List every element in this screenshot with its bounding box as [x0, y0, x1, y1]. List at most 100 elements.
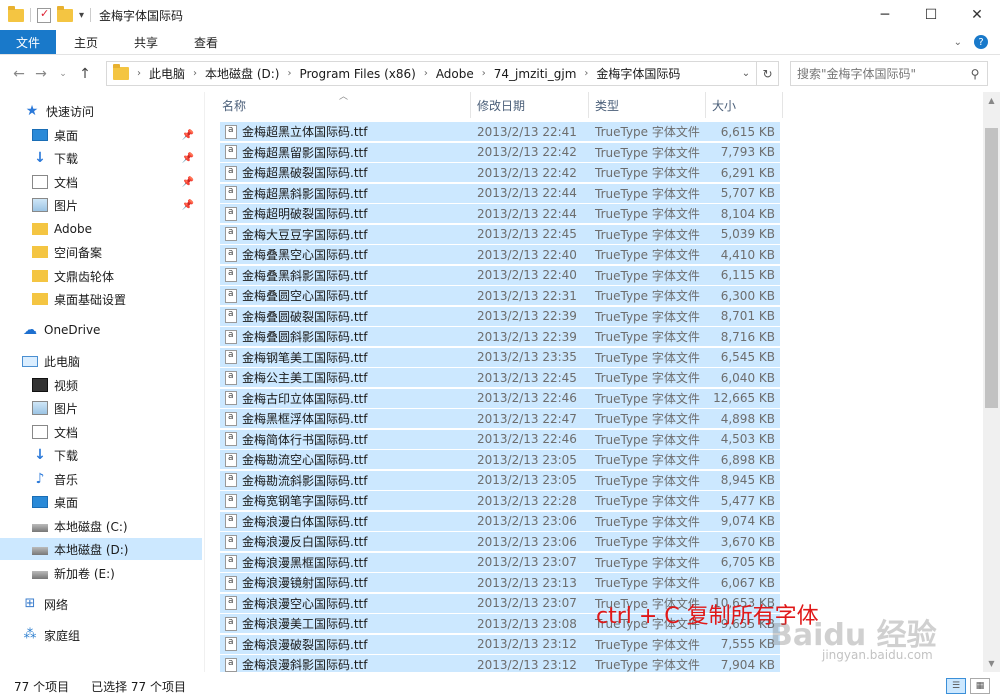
minimize-button[interactable]: ─	[862, 0, 908, 30]
close-button[interactable]: ✕	[954, 0, 1000, 30]
file-size: 6,898 KB	[720, 452, 775, 467]
address-bar[interactable]: › 此电脑 › 本地磁盘 (D:) › Program Files (x86) …	[106, 61, 779, 86]
tab-file[interactable]: 文件	[0, 30, 57, 54]
vertical-scrollbar[interactable]: ▲ ▼	[983, 92, 1000, 672]
column-header-type[interactable]: 类型	[589, 92, 706, 118]
file-date: 2013/2/13 22:39	[477, 329, 577, 344]
scroll-down-icon[interactable]: ▼	[983, 659, 1000, 668]
sidebar-item-desktop[interactable]: 桌面 📌	[0, 124, 202, 146]
file-type: TrueType 字体文件	[595, 371, 700, 385]
table-row[interactable]: 金梅叠圆空心国际码.ttf 2013/2/13 22:31 TrueType 字体文…	[220, 286, 780, 306]
table-row[interactable]: 金梅浪漫破裂国际码.ttf 2013/2/13 23:12 TrueType 字体文…	[220, 634, 780, 655]
chevron-right-icon[interactable]: ›	[422, 68, 430, 79]
up-button[interactable]: ↑	[74, 66, 96, 82]
file-name: 金梅叠黑斜影国际码.ttf	[242, 268, 368, 283]
breadcrumb-drive-d[interactable]: 本地磁盘 (D:)	[199, 65, 285, 82]
tab-share[interactable]: 共享	[116, 30, 176, 54]
table-row[interactable]: 金梅超黑立体国际码.ttf 2013/2/13 22:41 TrueType 字体文…	[220, 122, 780, 142]
table-row[interactable]: 金梅超明破裂国际码.ttf 2013/2/13 22:44 TrueType 字体文…	[220, 204, 780, 224]
pin-icon[interactable]: 📌	[182, 153, 194, 164]
column-header-name[interactable]: 名称	[216, 92, 471, 118]
sidebar-item-documents[interactable]: 文档 📌	[0, 171, 202, 193]
breadcrumb-adobe[interactable]: Adobe	[430, 67, 480, 81]
sidebar-item-this-pc[interactable]: 此电脑	[0, 350, 202, 372]
sidebar-item-homegroup[interactable]: ⁂ 家庭组	[0, 624, 202, 646]
table-row[interactable]: 金梅叠圆斜影国际码.ttf 2013/2/13 22:39 TrueType 字体文…	[220, 327, 780, 347]
table-row[interactable]: 金梅浪漫镜射国际码.ttf 2013/2/13 23:13 TrueType 字体文…	[220, 573, 780, 593]
column-header-date[interactable]: 修改日期	[471, 92, 589, 118]
sidebar-item-network[interactable]: ⊞ 网络	[0, 593, 202, 615]
table-row[interactable]: 金梅浪漫反白国际码.ttf 2013/2/13 23:06 TrueType 字体文…	[220, 532, 780, 552]
table-row[interactable]: 金梅钢笔美工国际码.ttf 2013/2/13 23:35 TrueType 字体文…	[220, 347, 780, 368]
table-row[interactable]: 金梅超黑斜影国际码.ttf 2013/2/13 22:44 TrueType 字体文…	[220, 183, 780, 204]
sidebar-item-pictures[interactable]: 图片 📌	[0, 194, 202, 216]
sidebar-item-desktop-settings[interactable]: 桌面基础设置	[0, 288, 202, 310]
help-icon[interactable]: ?	[974, 35, 988, 49]
sidebar-item-downloads-pc[interactable]: ↓ 下载	[0, 444, 202, 466]
sidebar-item-adobe[interactable]: Adobe	[0, 218, 202, 240]
table-row[interactable]: 金梅叠黑空心国际码.ttf 2013/2/13 22:40 TrueType 字体文…	[220, 245, 780, 265]
back-button[interactable]: ←	[8, 66, 30, 82]
breadcrumb-program-files[interactable]: Program Files (x86)	[293, 67, 421, 81]
breadcrumb-this-pc[interactable]: 此电脑	[143, 65, 191, 82]
sidebar-item-onedrive[interactable]: ☁ OneDrive	[0, 319, 202, 341]
large-icons-view-button[interactable]: ▦	[970, 678, 990, 694]
breadcrumb-jmziti[interactable]: 74_jmziti_gjm	[488, 67, 583, 81]
sidebar-item-pictures-pc[interactable]: 图片	[0, 397, 202, 419]
table-row[interactable]: 金梅叠圆破裂国际码.ttf 2013/2/13 22:39 TrueType 字体文…	[220, 306, 780, 327]
table-row[interactable]: 金梅黑框浮体国际码.ttf 2013/2/13 22:47 TrueType 字体文…	[220, 409, 780, 429]
sidebar-item-videos[interactable]: 视频	[0, 374, 202, 396]
table-row[interactable]: 金梅简体行书国际码.ttf 2013/2/13 22:46 TrueType 字体文…	[220, 429, 780, 450]
table-row[interactable]: 金梅公主美工国际码.ttf 2013/2/13 22:45 TrueType 字体文…	[220, 368, 780, 388]
sidebar-item-music[interactable]: ♪ 音乐	[0, 468, 202, 490]
sidebar-item-drive-e[interactable]: 新加卷 (E:)	[0, 562, 202, 584]
new-folder-icon[interactable]	[57, 5, 73, 22]
table-row[interactable]: 金梅宽钢笔字国际码.ttf 2013/2/13 22:28 TrueType 字体文…	[220, 491, 780, 511]
chevron-right-icon[interactable]: ›	[135, 68, 143, 79]
tab-view[interactable]: 查看	[176, 30, 236, 54]
sidebar-item-desktop-pc[interactable]: 桌面	[0, 491, 202, 513]
search-input[interactable]: 搜索"金梅字体国际码" ⚲	[790, 61, 988, 86]
search-icon[interactable]: ⚲	[963, 67, 987, 81]
properties-icon[interactable]	[37, 7, 51, 23]
details-view-button[interactable]: ☰	[946, 678, 966, 694]
tab-home[interactable]: 主页	[56, 30, 116, 54]
quick-access-dropdown[interactable]: ▾	[79, 10, 84, 21]
table-row[interactable]: 金梅浪漫白体国际码.ttf 2013/2/13 23:06 TrueType 字体文…	[220, 511, 780, 532]
chevron-right-icon[interactable]: ›	[480, 68, 488, 79]
scroll-up-icon[interactable]: ▲	[983, 96, 1000, 105]
breadcrumb-current-folder[interactable]: 金梅字体国际码	[590, 65, 686, 82]
file-name: 金梅超黑留影国际码.ttf	[242, 145, 368, 160]
sidebar-item-space-record[interactable]: 空间备案	[0, 241, 202, 263]
expand-ribbon-icon[interactable]: ⌄	[954, 37, 962, 48]
table-row[interactable]: 金梅超黑留影国际码.ttf 2013/2/13 22:42 TrueType 字体文…	[220, 142, 780, 163]
chevron-right-icon[interactable]: ›	[191, 68, 199, 79]
sidebar-item-documents-pc[interactable]: 文档	[0, 421, 202, 443]
file-name: 金梅超黑立体国际码.ttf	[242, 125, 368, 139]
sidebar-item-quick-access[interactable]: ★ 快速访问	[24, 100, 202, 122]
maximize-button[interactable]: ☐	[908, 0, 954, 30]
forward-button[interactable]: →	[30, 66, 52, 82]
sidebar-item-downloads[interactable]: ↓ 下载 📌	[0, 147, 202, 169]
address-dropdown-icon[interactable]: ⌄	[736, 68, 756, 79]
pin-icon[interactable]: 📌	[182, 130, 194, 141]
sidebar-item-drive-d[interactable]: 本地磁盘 (D:)	[0, 538, 202, 560]
chevron-right-icon[interactable]: ›	[285, 68, 293, 79]
pin-icon[interactable]: 📌	[182, 200, 194, 211]
table-row[interactable]: 金梅勘流斜影国际码.ttf 2013/2/13 23:05 TrueType 字体文…	[220, 470, 780, 491]
scrollbar-thumb[interactable]	[985, 128, 998, 408]
recent-locations-dropdown[interactable]: ⌄	[52, 69, 74, 79]
table-row[interactable]: 金梅浪漫斜影国际码.ttf 2013/2/13 23:12 TrueType 字体文…	[220, 655, 780, 672]
table-row[interactable]: 金梅古印立体国际码.ttf 2013/2/13 22:46 TrueType 字体文…	[220, 388, 780, 409]
pin-icon[interactable]: 📌	[182, 177, 194, 188]
sidebar-item-drive-c[interactable]: 本地磁盘 (C:)	[0, 515, 202, 537]
table-row[interactable]: 金梅浪漫黑框国际码.ttf 2013/2/13 23:07 TrueType 字体文…	[220, 552, 780, 573]
refresh-icon[interactable]: ↻	[756, 62, 778, 85]
table-row[interactable]: 金梅大豆豆字国际码.ttf 2013/2/13 22:45 TrueType 字体文…	[220, 224, 780, 245]
sidebar-item-wending-font[interactable]: 文鼎齿轮体	[0, 265, 202, 287]
column-header-size[interactable]: 大小	[706, 92, 783, 118]
table-row[interactable]: 金梅超黑破裂国际码.ttf 2013/2/13 22:42 TrueType 字体文…	[220, 163, 780, 183]
chevron-right-icon[interactable]: ›	[582, 68, 590, 79]
table-row[interactable]: 金梅勘流空心国际码.ttf 2013/2/13 23:05 TrueType 字体文…	[220, 450, 780, 470]
table-row[interactable]: 金梅叠黑斜影国际码.ttf 2013/2/13 22:40 TrueType 字体文…	[220, 265, 780, 286]
